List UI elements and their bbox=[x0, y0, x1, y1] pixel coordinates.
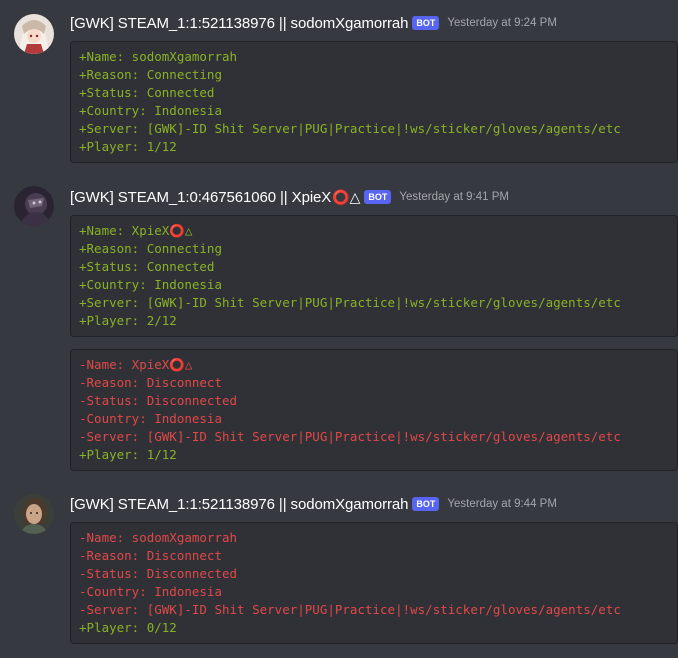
triangle-icon: △ bbox=[349, 188, 361, 205]
code-line: +Name: sodomXgamorrah bbox=[79, 49, 238, 64]
code-line: +Country: Indonesia bbox=[79, 277, 222, 292]
code-line: +Player: 1/12 bbox=[79, 447, 177, 462]
avatar[interactable] bbox=[14, 494, 54, 534]
avatar-dark-figure-icon bbox=[14, 186, 54, 226]
code-line: -Reason: Disconnect bbox=[79, 375, 222, 390]
code-line: -Status: Disconnected bbox=[79, 566, 238, 581]
code-line: +Reason: Connecting bbox=[79, 241, 222, 256]
red-circle-icon: ⭕ bbox=[169, 357, 185, 372]
avatar[interactable] bbox=[14, 186, 54, 226]
code-line: -Status: Disconnected bbox=[79, 393, 238, 408]
code-line: +Status: Connected bbox=[79, 259, 215, 274]
username[interactable]: [GWK] STEAM_1:1:521138976 || sodomXgamor… bbox=[70, 496, 408, 513]
red-circle-icon: ⭕ bbox=[169, 223, 185, 238]
code-line: -Server: [GWK]-ID Shit Server|PUG|Practi… bbox=[79, 429, 621, 444]
triangle-icon: △ bbox=[184, 357, 193, 372]
bot-tag: BOT bbox=[412, 16, 440, 30]
timestamp[interactable]: Yesterday at 9:24 PM bbox=[447, 17, 557, 29]
avatar-anime-girl-icon bbox=[14, 14, 54, 54]
code-block: -Name: sodomXgamorrah -Reason: Disconnec… bbox=[70, 522, 678, 644]
code-line: +Server: [GWK]-ID Shit Server|PUG|Practi… bbox=[79, 295, 621, 310]
username[interactable]: [GWK] STEAM_1:1:521138976 || sodomXgamor… bbox=[70, 15, 408, 32]
code-line-text: -Name: XpieX bbox=[79, 357, 170, 372]
timestamp[interactable]: Yesterday at 9:41 PM bbox=[399, 191, 509, 203]
code-line: +Player: 0/12 bbox=[79, 620, 177, 635]
code-block: +Name: sodomXgamorrah +Reason: Connectin… bbox=[70, 41, 678, 163]
code-line: +Player: 1/12 bbox=[79, 139, 177, 154]
avatar[interactable] bbox=[14, 14, 54, 54]
code-line: -Server: [GWK]-ID Shit Server|PUG|Practi… bbox=[79, 602, 621, 617]
username[interactable]: [GWK] STEAM_1:0:467561060 || XpieX bbox=[70, 189, 331, 206]
username-emoji: ⭕△ bbox=[332, 189, 360, 206]
code-block: -Name: XpieX⭕△ -Reason: Disconnect -Stat… bbox=[70, 349, 678, 471]
code-line: -Country: Indonesia bbox=[79, 411, 222, 426]
code-line: +Status: Connected bbox=[79, 85, 215, 100]
code-line: -Country: Indonesia bbox=[79, 584, 222, 599]
code-line: +Reason: Connecting bbox=[79, 67, 222, 82]
code-line: -Name: sodomXgamorrah bbox=[79, 530, 238, 545]
code-line: -Reason: Disconnect bbox=[79, 548, 222, 563]
message-header: [GWK] STEAM_1:0:467561060 || XpieX ⭕△ BO… bbox=[70, 186, 509, 208]
red-circle-icon: ⭕ bbox=[332, 188, 350, 205]
code-line: +Country: Indonesia bbox=[79, 103, 222, 118]
triangle-icon: △ bbox=[184, 223, 193, 238]
bot-tag: BOT bbox=[412, 497, 440, 511]
code-line: -Name: XpieX⭕△ bbox=[79, 356, 669, 374]
code-block: +Name: XpieX⭕△ +Reason: Connecting +Stat… bbox=[70, 215, 678, 337]
code-line: +Name: XpieX⭕△ bbox=[79, 222, 669, 240]
code-line: +Player: 2/12 bbox=[79, 313, 177, 328]
code-line-text: +Name: XpieX bbox=[79, 223, 170, 238]
message-header: [GWK] STEAM_1:1:521138976 || sodomXgamor… bbox=[70, 493, 557, 515]
code-line: +Server: [GWK]-ID Shit Server|PUG|Practi… bbox=[79, 121, 621, 136]
bot-tag: BOT bbox=[364, 190, 392, 204]
timestamp[interactable]: Yesterday at 9:44 PM bbox=[447, 498, 557, 510]
message-header: [GWK] STEAM_1:1:521138976 || sodomXgamor… bbox=[70, 12, 557, 34]
avatar-portrait-icon bbox=[14, 494, 54, 534]
